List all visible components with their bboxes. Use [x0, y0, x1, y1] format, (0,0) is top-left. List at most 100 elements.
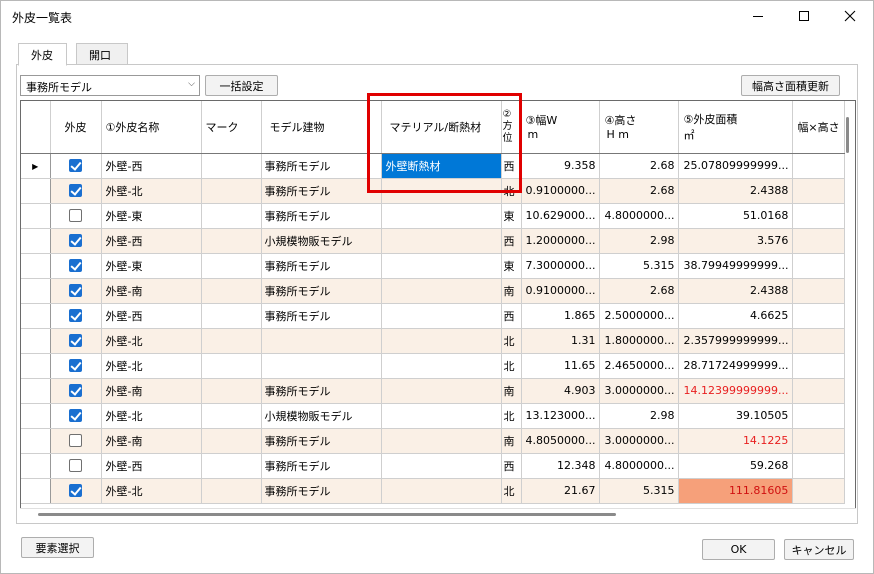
row-header[interactable] [21, 478, 51, 504]
material-cell[interactable] [381, 328, 502, 354]
gaihi-checkbox-cell[interactable] [50, 178, 102, 204]
model-cell[interactable]: 事務所モデル [261, 478, 382, 504]
material-cell[interactable] [381, 428, 502, 454]
wh-cell[interactable] [792, 228, 845, 254]
name-cell[interactable]: 外壁-南 [101, 378, 202, 404]
direction-cell[interactable]: 北 [501, 328, 522, 354]
material-cell[interactable] [381, 478, 502, 504]
gaihi-checkbox[interactable] [69, 459, 82, 473]
model-cell[interactable]: 事務所モデル [261, 153, 382, 179]
model-cell[interactable] [261, 353, 382, 379]
col-header-height[interactable]: ④高さ H m [599, 101, 680, 154]
mark-cell[interactable] [201, 153, 262, 179]
gaihi-checkbox[interactable] [69, 384, 82, 398]
row-header[interactable] [21, 378, 51, 404]
material-cell[interactable] [381, 453, 502, 479]
wh-cell[interactable] [792, 303, 845, 329]
width-cell[interactable]: 9.358 [521, 153, 601, 179]
direction-cell[interactable]: 北 [501, 478, 522, 504]
mark-cell[interactable] [201, 178, 262, 204]
col-header-gaihi[interactable]: 外皮 [50, 101, 102, 154]
area-cell[interactable]: 3.576 [678, 228, 794, 254]
gaihi-checkbox[interactable] [69, 159, 82, 173]
mark-cell[interactable] [201, 478, 262, 504]
direction-cell[interactable]: 南 [501, 278, 522, 304]
col-header-area[interactable]: ⑤外皮面積 ㎡ [678, 101, 794, 154]
height-cell[interactable]: 3.0000000... [599, 378, 680, 404]
table-row[interactable]: 外壁-北 北 1.31 1.8000000... 2.357999999999... [21, 328, 845, 354]
height-cell[interactable]: 5.315 [599, 478, 680, 504]
model-cell[interactable]: 事務所モデル [261, 428, 382, 454]
gaihi-checkbox-cell[interactable] [50, 478, 102, 504]
cancel-button[interactable]: キャンセル [784, 539, 854, 560]
width-cell[interactable]: 13.123000... [521, 403, 601, 429]
gaihi-checkbox-cell[interactable] [50, 278, 102, 304]
gaihi-checkbox[interactable] [69, 284, 82, 298]
gaihi-checkbox-cell[interactable] [50, 353, 102, 379]
gaihi-checkbox-cell[interactable] [50, 428, 102, 454]
model-select[interactable]: 事務所モデル ⌵ [20, 75, 200, 96]
width-cell[interactable]: 1.2000000... [521, 228, 601, 254]
wh-cell[interactable] [792, 403, 845, 429]
name-cell[interactable]: 外壁-西 [101, 453, 202, 479]
model-cell[interactable]: 事務所モデル [261, 278, 382, 304]
minimize-button[interactable] [735, 1, 781, 31]
close-button[interactable] [827, 1, 873, 31]
row-header[interactable] [21, 453, 51, 479]
width-cell[interactable]: 10.629000... [521, 203, 601, 229]
area-cell[interactable]: 111.81605 [678, 478, 794, 504]
height-cell[interactable]: 2.68 [599, 278, 680, 304]
direction-cell[interactable]: 南 [501, 428, 522, 454]
width-cell[interactable]: 4.903 [521, 378, 601, 404]
width-cell[interactable]: 7.3000000... [521, 253, 601, 279]
row-header[interactable] [21, 203, 51, 229]
area-cell[interactable]: 2.357999999999... [678, 328, 794, 354]
col-header-model[interactable]: モデル建物 [261, 101, 382, 154]
mark-cell[interactable] [201, 453, 262, 479]
direction-cell[interactable]: 西 [501, 228, 522, 254]
name-cell[interactable]: 外壁-北 [101, 478, 202, 504]
material-cell[interactable] [381, 278, 502, 304]
wh-cell[interactable] [792, 278, 845, 304]
wh-cell[interactable] [792, 178, 845, 204]
horizontal-scrollbar[interactable] [38, 513, 616, 516]
model-cell[interactable]: 事務所モデル [261, 253, 382, 279]
direction-cell[interactable]: 南 [501, 378, 522, 404]
mark-cell[interactable] [201, 403, 262, 429]
direction-cell[interactable]: 東 [501, 203, 522, 229]
col-header-wh[interactable]: 幅×高さ [792, 101, 845, 154]
gaihi-checkbox[interactable] [69, 484, 82, 498]
material-cell[interactable] [381, 303, 502, 329]
model-cell[interactable]: 事務所モデル [261, 378, 382, 404]
width-cell[interactable]: 0.9100000... [521, 278, 601, 304]
wh-cell[interactable] [792, 453, 845, 479]
gaihi-checkbox[interactable] [69, 334, 82, 348]
name-cell[interactable]: 外壁-東 [101, 253, 202, 279]
row-header[interactable] [21, 178, 51, 204]
wh-cell[interactable] [792, 253, 845, 279]
direction-cell[interactable]: 西 [501, 303, 522, 329]
wh-cell[interactable] [792, 428, 845, 454]
name-cell[interactable]: 外壁-北 [101, 328, 202, 354]
material-cell[interactable] [381, 203, 502, 229]
material-cell[interactable] [381, 378, 502, 404]
direction-cell[interactable]: 北 [501, 403, 522, 429]
material-cell[interactable] [381, 228, 502, 254]
height-cell[interactable]: 1.8000000... [599, 328, 680, 354]
row-header[interactable] [21, 403, 51, 429]
width-cell[interactable]: 1.865 [521, 303, 601, 329]
gaihi-checkbox[interactable] [69, 309, 82, 323]
gaihi-checkbox[interactable] [69, 184, 82, 198]
height-cell[interactable]: 2.5000000... [599, 303, 680, 329]
gaihi-checkbox-cell[interactable] [50, 453, 102, 479]
area-cell[interactable]: 14.1225 [678, 428, 794, 454]
model-cell[interactable]: 事務所モデル [261, 178, 382, 204]
table-row[interactable]: 外壁-東 事務所モデル 東 10.629000... 4.8000000... 51.01… [21, 203, 845, 229]
gaihi-checkbox-cell[interactable] [50, 253, 102, 279]
mark-cell[interactable] [201, 228, 262, 254]
area-cell[interactable]: 2.4388 [678, 278, 794, 304]
gaihi-checkbox-cell[interactable] [50, 203, 102, 229]
direction-cell[interactable]: 北 [501, 353, 522, 379]
area-cell[interactable]: 2.4388 [678, 178, 794, 204]
row-header[interactable] [21, 253, 51, 279]
